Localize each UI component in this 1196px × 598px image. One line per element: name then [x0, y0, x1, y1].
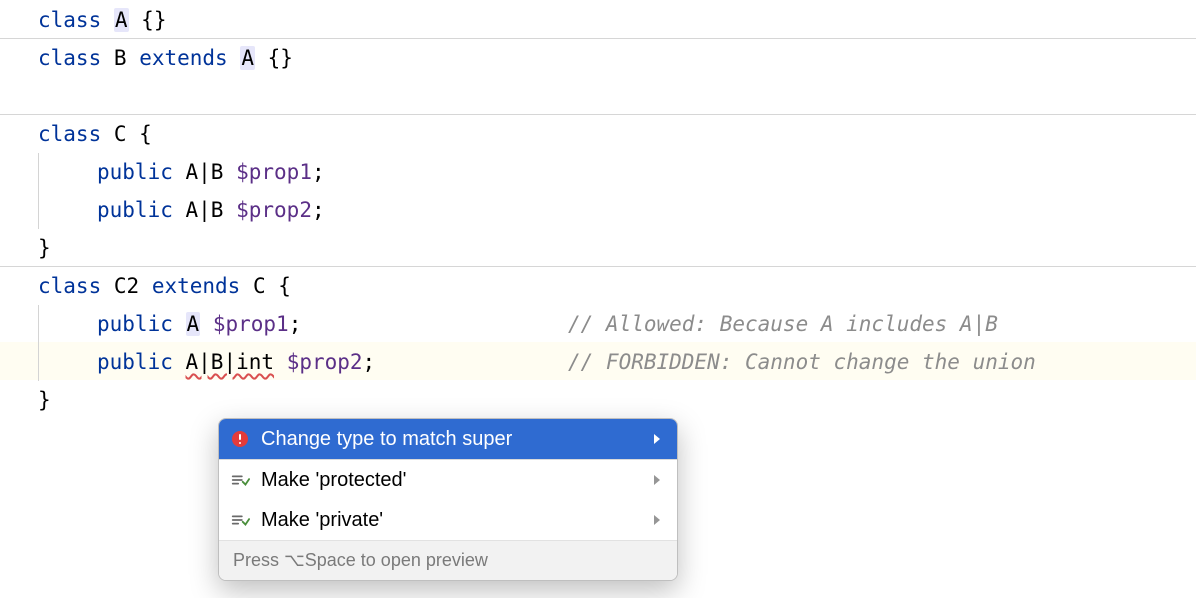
keyword-public: public — [97, 198, 173, 222]
keyword-class: class — [38, 122, 101, 146]
keyword-class: class — [38, 8, 101, 32]
class-name: B — [114, 46, 127, 70]
braces: {} — [129, 8, 167, 32]
brace: } — [38, 388, 51, 412]
keyword-public: public — [97, 160, 173, 184]
intention-action-label: Make 'private' — [261, 504, 641, 536]
code-line[interactable]: public A|B $prop1; — [0, 152, 1196, 190]
intention-action-change-type[interactable]: Change type to match super — [219, 419, 677, 459]
keyword-public: public — [97, 312, 173, 336]
property: $prop2 — [287, 350, 363, 374]
code-editor[interactable]: class A {} class B extends A {} class C … — [0, 0, 1196, 418]
chevron-right-icon — [651, 464, 663, 496]
chevron-right-icon — [651, 504, 663, 536]
semicolon: ; — [289, 312, 302, 336]
intention-icon — [229, 509, 251, 531]
code-line[interactable]: public A $prop1; // Allowed: Because A in… — [0, 304, 1196, 342]
intention-action-label: Change type to match super — [261, 423, 641, 455]
code-line[interactable]: } — [0, 380, 1196, 418]
property: $prop1 — [213, 312, 289, 336]
brace: { — [266, 274, 291, 298]
intention-icon — [229, 469, 251, 491]
code-line[interactable]: } — [0, 228, 1196, 266]
keyword-public: public — [97, 350, 173, 374]
class-name: C2 — [114, 274, 139, 298]
braces: {} — [255, 46, 293, 70]
intention-action-make-private[interactable]: Make 'private' — [219, 500, 677, 540]
keyword-class: class — [38, 46, 101, 70]
property: $prop1 — [236, 160, 312, 184]
class-name: C — [114, 122, 127, 146]
intention-actions-popover: Change type to match super Make 'protect… — [218, 418, 678, 581]
type: A — [186, 312, 201, 336]
keyword-extends: extends — [152, 274, 241, 298]
code-line[interactable]: class C2 extends C { — [0, 266, 1196, 304]
intention-action-make-protected[interactable]: Make 'protected' — [219, 460, 677, 500]
comment: // FORBIDDEN: Cannot change the union — [568, 350, 1036, 374]
semicolon: ; — [312, 198, 325, 222]
keyword-class: class — [38, 274, 101, 298]
code-line[interactable]: class C { — [0, 114, 1196, 152]
semicolon: ; — [312, 160, 325, 184]
code-line-error[interactable]: public A|B|int $prop2; // FORBIDDEN: Cann… — [0, 342, 1196, 380]
semicolon: ; — [363, 350, 376, 374]
code-line[interactable]: class A {} — [0, 0, 1196, 38]
intention-action-label: Make 'protected' — [261, 464, 641, 496]
code-line[interactable]: class B extends A {} — [0, 38, 1196, 76]
brace: { — [127, 122, 152, 146]
chevron-right-icon — [651, 423, 663, 455]
comment: // Allowed: Because A includes A|B — [568, 312, 998, 336]
code-line-empty[interactable] — [0, 76, 1196, 114]
type: A|B — [186, 160, 224, 184]
type-error: A|B|int — [186, 350, 275, 374]
error-bulb-icon — [229, 428, 251, 450]
type: A|B — [186, 198, 224, 222]
super-class: A — [240, 46, 255, 70]
class-name: A — [114, 8, 129, 32]
intention-footer-hint: Press ⌥Space to open preview — [219, 540, 677, 580]
code-line[interactable]: public A|B $prop2; — [0, 190, 1196, 228]
super-class: C — [253, 274, 266, 298]
property: $prop2 — [236, 198, 312, 222]
keyword-extends: extends — [139, 46, 228, 70]
brace: } — [38, 236, 51, 260]
